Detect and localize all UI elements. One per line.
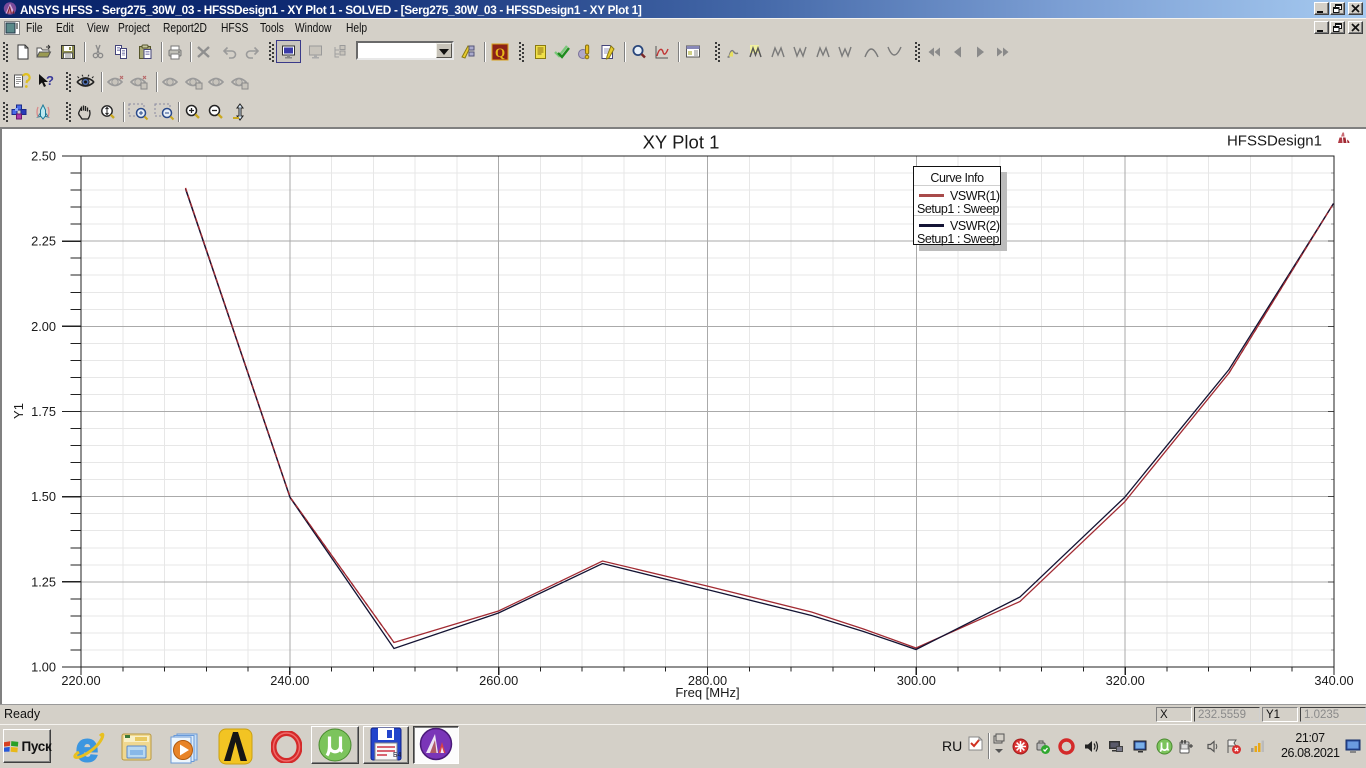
- svg-text:1.00: 1.00: [31, 660, 56, 675]
- svg-text:220.00: 220.00: [61, 673, 100, 688]
- svg-text:240.00: 240.00: [270, 673, 309, 688]
- svg-text:340.00: 340.00: [1314, 673, 1353, 688]
- svg-text:1.75: 1.75: [31, 404, 56, 419]
- svg-text:Freq [MHz]: Freq [MHz]: [675, 685, 739, 700]
- svg-text:Q: Q: [495, 45, 505, 60]
- svg-text:260.00: 260.00: [479, 673, 518, 688]
- svg-text:2.50: 2.50: [31, 149, 56, 164]
- svg-text:Y1: Y1: [11, 403, 26, 419]
- svg-text:2.25: 2.25: [31, 234, 56, 249]
- svg-text:1.25: 1.25: [31, 574, 56, 589]
- svg-text:Б4: Б4: [393, 752, 401, 760]
- svg-text:XY Plot 1: XY Plot 1: [643, 132, 720, 153]
- svg-text:300.00: 300.00: [897, 673, 936, 688]
- svg-text:1.50: 1.50: [31, 489, 56, 504]
- svg-text:320.00: 320.00: [1106, 673, 1145, 688]
- svg-text:2.00: 2.00: [31, 319, 56, 334]
- svg-text:HFSSDesign1: HFSSDesign1: [1227, 133, 1322, 150]
- svg-text:?: ?: [46, 73, 54, 88]
